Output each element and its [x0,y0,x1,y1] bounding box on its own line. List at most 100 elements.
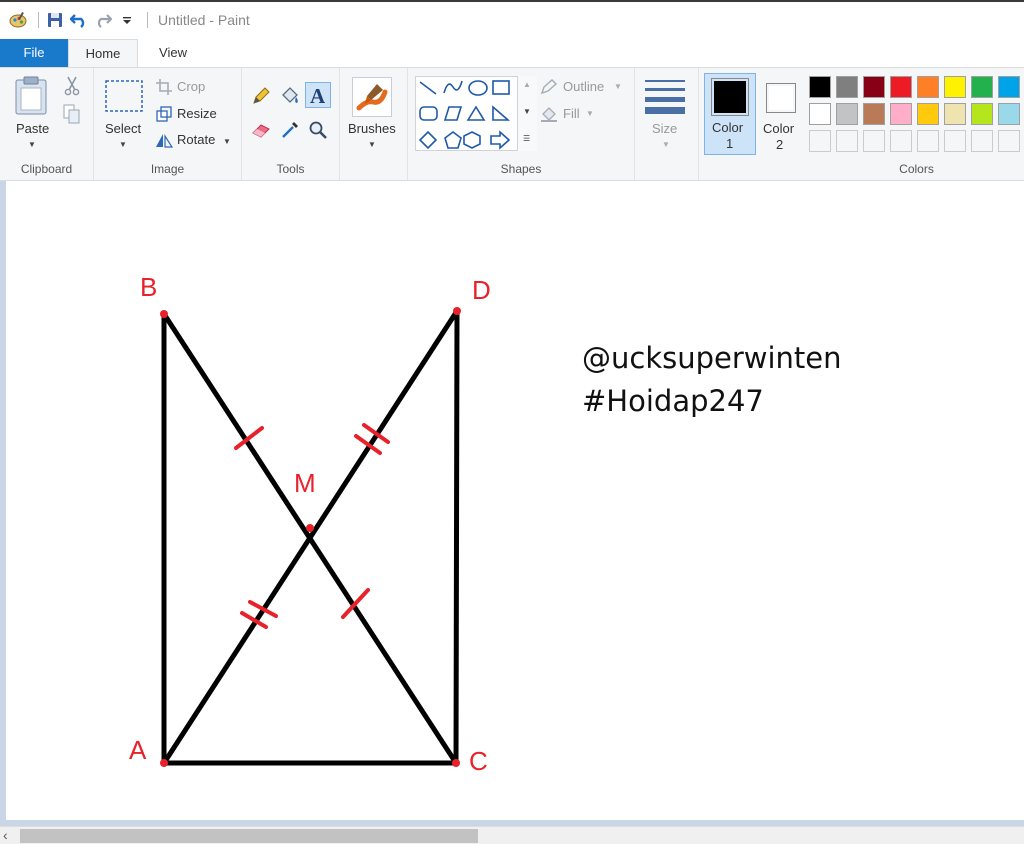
color-swatch[interactable] [863,76,885,98]
chevron-down-icon[interactable]: ▼ [586,109,594,118]
scrollbar-thumb[interactable] [20,829,478,843]
color-swatch[interactable] [944,130,966,152]
paste-icon[interactable] [14,76,50,119]
outline-icon[interactable] [540,79,558,98]
resize-button[interactable]: Resize [177,106,217,121]
paste-button[interactable]: Paste [16,121,49,136]
crop-icon[interactable] [156,79,172,98]
colors-group: Color 1 Color 2 Colors [699,68,1024,180]
pencil-icon[interactable] [251,86,271,109]
color-swatch[interactable] [836,76,858,98]
color2-swatch [766,83,796,113]
tab-view[interactable]: View [138,39,208,67]
scroll-left-icon[interactable]: ‹ [3,827,8,843]
color-swatch[interactable] [890,76,912,98]
eraser-icon[interactable] [251,121,273,142]
horizontal-scrollbar[interactable]: ‹ [0,826,1024,844]
color2-number: 2 [776,137,784,152]
color1-swatch [711,78,749,116]
color-swatch[interactable] [917,76,939,98]
color-swatch[interactable] [917,103,939,125]
undo-icon[interactable] [69,10,89,30]
segment-CD [453,308,460,766]
color-swatch[interactable] [944,76,966,98]
point-D-dot [453,307,461,315]
color1-label: Color [712,120,744,135]
chevron-down-icon[interactable]: ▼ [28,140,36,149]
color-swatch[interactable] [998,76,1020,98]
point-C-dot [452,759,460,767]
color-swatch[interactable] [890,130,912,152]
fill-button[interactable]: Fill [563,106,580,121]
fill-bucket-icon[interactable] [279,85,301,110]
rotate-icon[interactable] [155,132,174,151]
color2-button[interactable]: Color 2 [759,73,809,155]
chevron-down-icon[interactable]: ▼ [368,140,376,149]
point-M-dot [306,524,314,532]
image-group: Select ▼ Crop Resize Rotate ▼ Image [94,68,242,180]
fill-icon[interactable] [540,105,558,126]
color1-number: 1 [726,136,734,151]
color1-fill [714,81,746,113]
copy-icon[interactable] [63,104,81,127]
point-A-dot [160,759,168,767]
chevron-down-icon[interactable]: ▼ [119,140,127,149]
tools-group-label: Tools [276,162,305,176]
brushes-icon[interactable] [352,77,392,117]
customize-toolbar-icon[interactable] [117,10,137,30]
tab-home[interactable]: Home [68,39,138,67]
chevron-down-icon[interactable]: ▼ [662,140,670,149]
point-label-D: D [472,275,491,305]
color-swatch[interactable] [863,103,885,125]
clipboard-group-label: Clipboard [20,162,73,176]
color-swatch[interactable] [971,76,993,98]
shapes-group-label: Shapes [500,162,542,176]
colors-group-label: Colors [899,162,934,176]
rotate-button[interactable]: Rotate [177,132,215,147]
color-swatch[interactable] [809,76,831,98]
paint-app-icon[interactable] [8,10,28,30]
color-swatch[interactable] [971,103,993,125]
color-swatch[interactable] [944,103,966,125]
cut-icon[interactable] [64,76,80,99]
brushes-group: Brushes ▼ [340,68,408,180]
color-swatch[interactable] [809,103,831,125]
color-swatch[interactable] [863,130,885,152]
select-icon[interactable] [105,80,143,115]
window-title: Untitled - Paint [158,12,250,28]
redo-icon[interactable] [93,10,113,30]
chevron-down-icon[interactable]: ▼ [223,137,231,146]
crop-button[interactable]: Crop [177,79,205,94]
color-picker-icon[interactable] [280,120,300,143]
ribbon-tabs: File Home View [0,38,1024,67]
shapes-group: ▲ ▼ ☰ Outline ▼ Fill ▼ Shapes [408,68,635,180]
separator [147,12,148,28]
save-icon[interactable] [45,10,65,30]
color-swatch[interactable] [971,130,993,152]
color-swatch[interactable] [836,130,858,152]
magnifier-icon[interactable] [308,120,328,143]
color-swatch[interactable] [836,103,858,125]
geometry-drawing: B D M A C [129,272,491,776]
color-swatch[interactable] [809,130,831,152]
shapes-gallery-scroll[interactable]: ▲ ▼ ☰ [517,76,537,151]
outline-button[interactable]: Outline [563,79,604,94]
color2-fill [769,86,793,110]
resize-icon[interactable] [156,106,172,125]
point-B-dot [160,310,168,318]
color-swatch[interactable] [998,130,1020,152]
text-tool-icon[interactable]: A [305,82,331,108]
size-icon[interactable] [645,78,685,117]
select-button[interactable]: Select [105,121,141,136]
color1-button[interactable]: Color 1 [704,73,756,155]
brushes-button[interactable]: Brushes [348,121,396,136]
color-swatch[interactable] [917,130,939,152]
color-swatch[interactable] [998,103,1020,125]
chevron-down-icon[interactable]: ▼ [614,82,622,91]
tab-file[interactable]: File [0,39,68,67]
ribbon: Paste ▼ Clipboard Select ▼ Crop Resize R… [0,67,1024,181]
work-area: B D M A C @ucksuperwinten #Hoidap247 [0,181,1024,826]
drawing-canvas[interactable]: B D M A C @ucksuperwinten #Hoidap247 [6,181,1024,820]
color-swatch[interactable] [890,103,912,125]
size-button[interactable]: Size [652,121,677,136]
